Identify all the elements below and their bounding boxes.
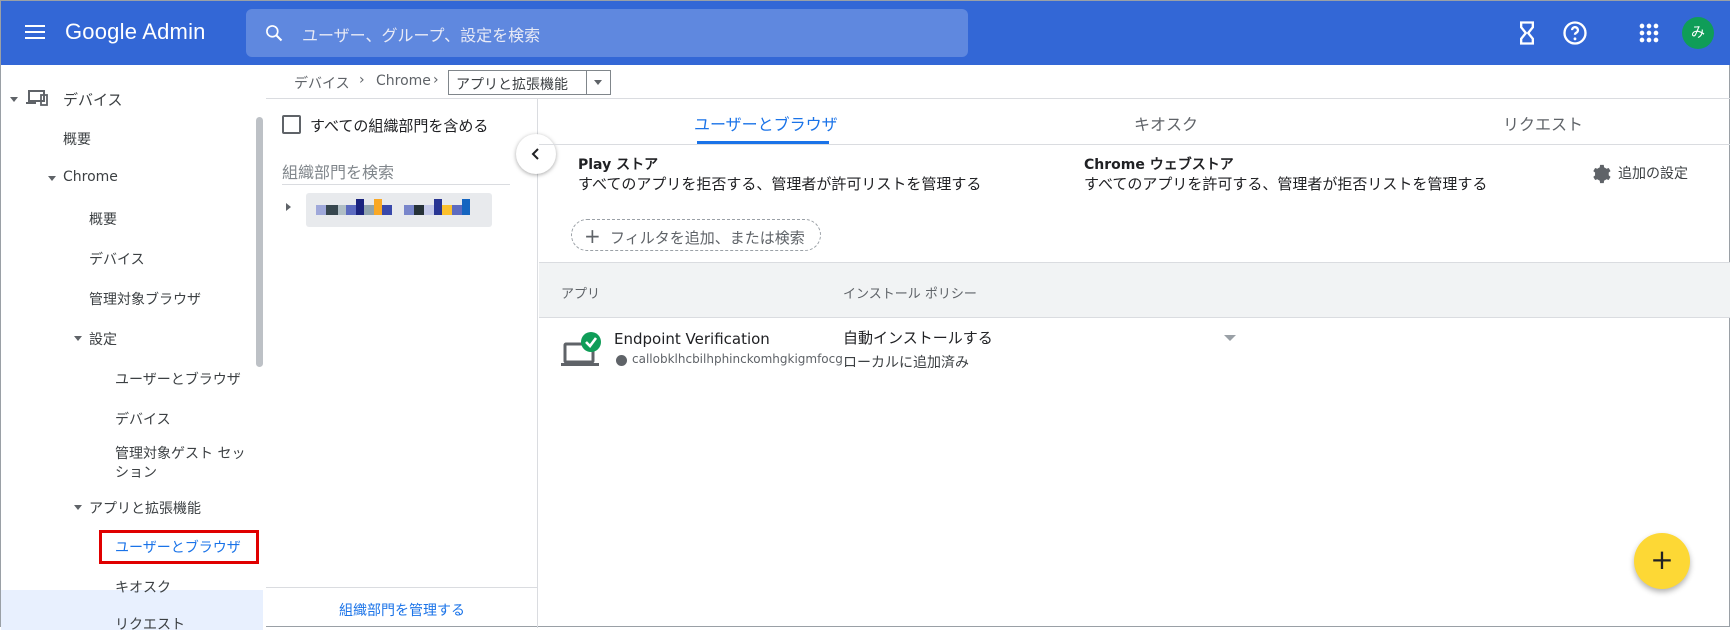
search-bar[interactable]: ユーザー、グループ、設定を検索 <box>246 9 968 57</box>
play-store-title: Play ストア <box>578 157 659 173</box>
breadcrumb-chrome[interactable]: Chrome <box>376 73 431 89</box>
breadcrumb-separator: › <box>359 72 365 88</box>
sidebar-item-devices[interactable]: デバイス <box>63 89 123 110</box>
table-row[interactable]: Endpoint Verification callobklhcbilhphin… <box>539 318 1730 386</box>
sidebar-item-managed-guest-line2[interactable]: ション <box>115 462 157 482</box>
install-policy-value[interactable]: 自動インストールする <box>843 327 993 348</box>
plus-icon: + <box>584 224 601 248</box>
chrome-store-desc: すべてのアプリを許可する、管理者が拒否リストを管理する <box>1084 175 1488 193</box>
collapse-chrome-icon[interactable] <box>48 176 56 181</box>
install-policy-status: ローカルに追加済み <box>843 355 969 371</box>
filter-chip[interactable]: + フィルタを追加、または検索 <box>571 219 821 251</box>
expand-org-icon[interactable] <box>286 203 291 211</box>
search-icon <box>266 25 283 42</box>
devices-icon <box>26 90 48 106</box>
org-search-input[interactable]: 組織部門を検索 <box>282 159 510 185</box>
apps-grid-icon[interactable] <box>1635 19 1663 47</box>
sidebar-item-apps-kiosk[interactable]: キオスク <box>115 577 171 597</box>
app-id: callobklhcbilhphinckomhgkigmfocg <box>632 352 843 366</box>
sidebar-scrollbar[interactable] <box>256 117 263 367</box>
app-title[interactable]: Google Admin <box>65 19 206 45</box>
breadcrumb-separator: › <box>433 72 439 88</box>
tab-bar: ユーザーとブラウザ キオスク リクエスト <box>539 99 1730 145</box>
search-input[interactable]: ユーザー、グループ、設定を検索 <box>302 22 540 46</box>
top-app-bar: Google Admin ユーザー、グループ、設定を検索 み <box>1 1 1730 65</box>
more-settings-link[interactable]: 追加の設定 <box>1618 163 1688 183</box>
add-icon: + <box>1650 543 1674 576</box>
collapse-apps-icon[interactable] <box>74 505 82 510</box>
chrome-store-title: Chrome ウェブストア <box>1084 157 1234 173</box>
sidebar-item-chrome-devices[interactable]: デバイス <box>89 249 145 269</box>
collapse-devices-icon[interactable] <box>10 97 18 102</box>
avatar[interactable]: み <box>1682 17 1714 49</box>
tab-requests[interactable]: リクエスト <box>1503 111 1583 135</box>
sidebar-item-apps-requests[interactable]: リクエスト <box>115 614 185 634</box>
table-header: アプリ インストール ポリシー <box>539 262 1730 318</box>
app-window: Google Admin ユーザー、グループ、設定を検索 み デバイス 概要 C… <box>0 0 1730 633</box>
include-all-checkbox[interactable] <box>282 115 301 134</box>
gear-icon[interactable] <box>1590 163 1612 185</box>
sidebar-item-managed-browsers[interactable]: 管理対象ブラウザ <box>89 289 201 309</box>
org-unit-redacted[interactable] <box>306 193 492 227</box>
sidebar-item-managed-guest-line1[interactable]: 管理対象ゲスト セッ <box>115 443 245 463</box>
include-all-label: すべての組織部門を含める <box>310 117 489 135</box>
add-fab-button[interactable]: + <box>1634 533 1690 589</box>
sidebar-item-overview[interactable]: 概要 <box>63 129 91 149</box>
org-footer: 組織部門を管理する <box>266 587 538 628</box>
collapse-settings-icon[interactable] <box>74 336 82 341</box>
sidebar-item-settings[interactable]: 設定 <box>89 329 117 349</box>
google-g-icon <box>616 355 627 366</box>
endpoint-verification-icon <box>561 332 601 366</box>
filter-label: フィルタを追加、または検索 <box>610 229 805 247</box>
breadcrumb-devices[interactable]: デバイス <box>294 73 350 93</box>
tab-kiosk[interactable]: キオスク <box>1134 111 1198 135</box>
column-header-install-policy[interactable]: インストール ポリシー <box>843 283 977 302</box>
app-name[interactable]: Endpoint Verification <box>614 330 770 348</box>
breadcrumb-current-select[interactable]: アプリと拡張機能 <box>448 70 611 95</box>
dropdown-arrow-icon <box>586 71 610 94</box>
sidebar-item-chrome-overview[interactable]: 概要 <box>89 209 117 229</box>
play-store-desc: すべてのアプリを拒否する、管理者が許可リストを管理する <box>578 175 982 193</box>
sidebar-item-chrome[interactable]: Chrome <box>63 169 118 185</box>
column-header-app[interactable]: アプリ <box>561 283 600 302</box>
menu-icon[interactable] <box>23 21 47 45</box>
hourglass-icon[interactable] <box>1513 19 1541 47</box>
sidebar-item-settings-devices[interactable]: デバイス <box>115 409 171 429</box>
policy-dropdown-icon[interactable] <box>1223 334 1237 342</box>
breadcrumb: デバイス › Chrome › アプリと拡張機能 <box>266 65 1730 99</box>
breadcrumb-current: アプリと拡張機能 <box>456 77 568 93</box>
manage-org-units-link[interactable]: 組織部門を管理する <box>266 600 538 620</box>
chevron-left-icon <box>531 148 539 160</box>
sidebar-item-apps-extensions[interactable]: アプリと拡張機能 <box>89 498 201 518</box>
highlight-annotation <box>99 530 259 564</box>
sidebar-item-settings-users-browsers[interactable]: ユーザーとブラウザ <box>115 369 241 389</box>
help-icon[interactable] <box>1561 19 1589 47</box>
active-tab-indicator <box>697 141 829 144</box>
org-unit-panel: すべての組織部門を含める 組織部門を検索 組織部門を管理する <box>266 99 538 628</box>
tab-users-browsers[interactable]: ユーザーとブラウザ <box>694 111 838 135</box>
